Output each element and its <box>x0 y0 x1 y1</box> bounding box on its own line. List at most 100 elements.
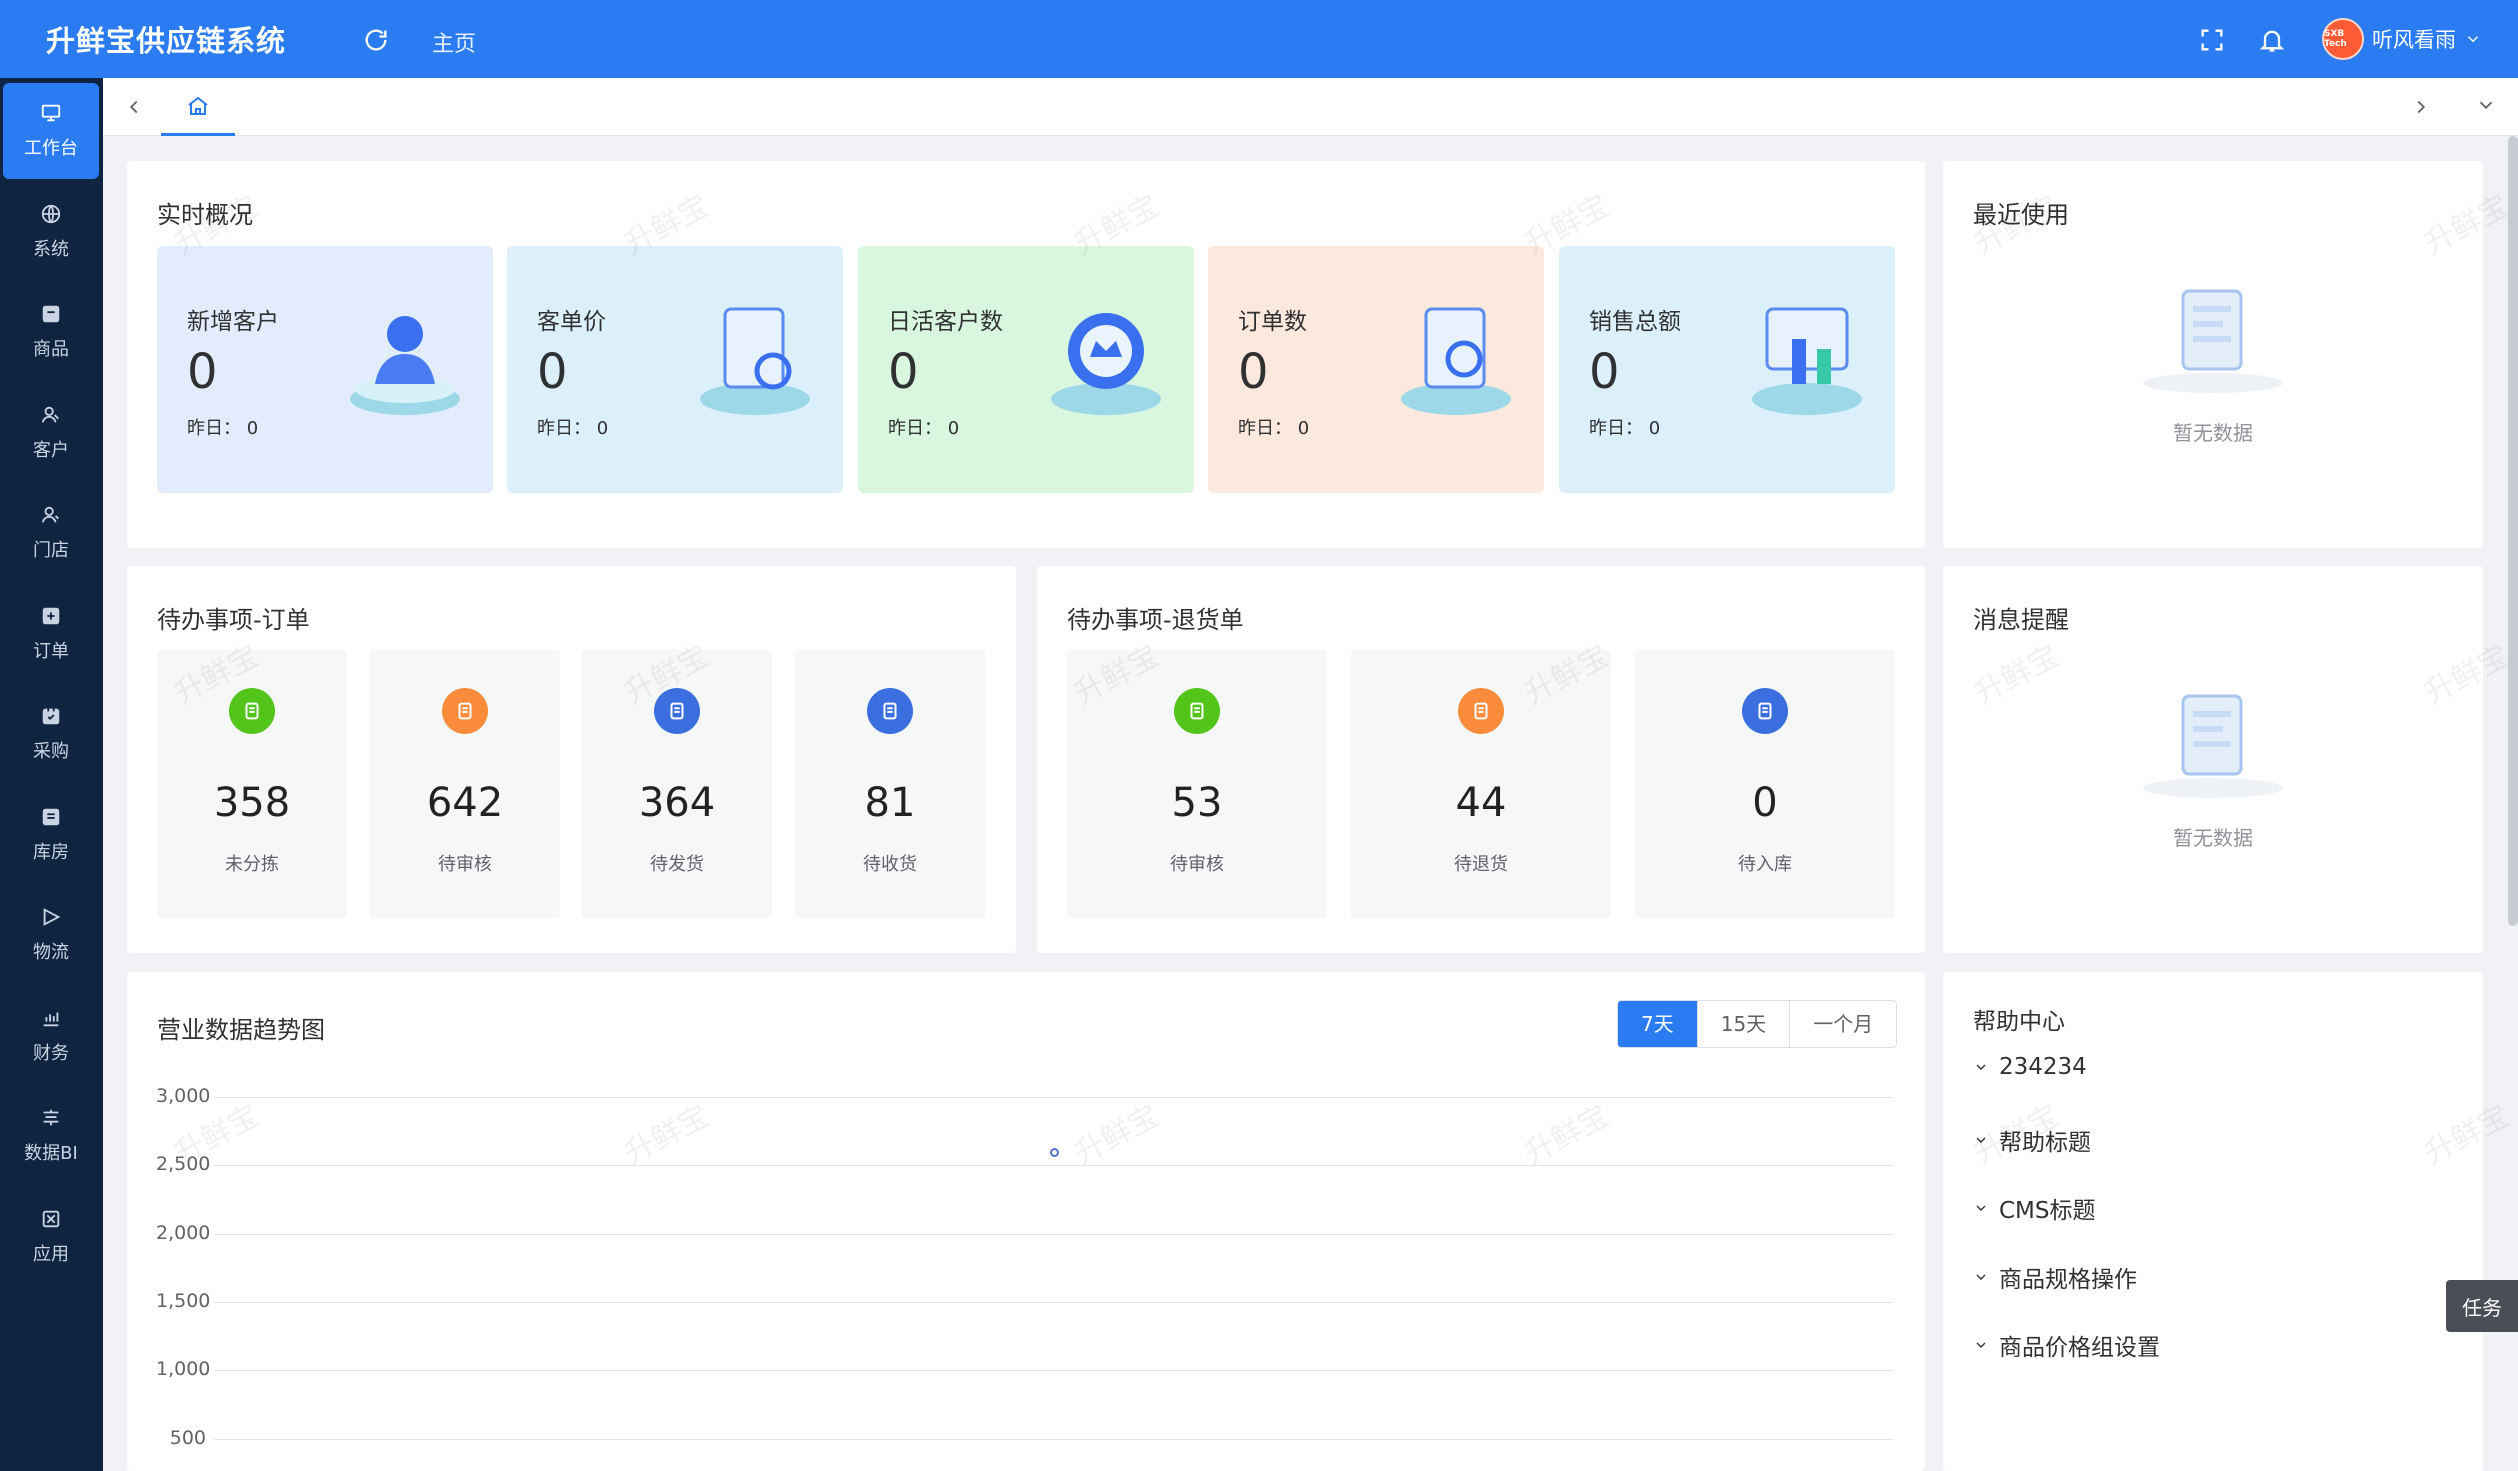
sidebar-item-5[interactable]: 订单 <box>3 586 99 682</box>
sidebar-item-1[interactable]: 系统 <box>3 184 99 280</box>
stat-yesterday: 昨日： 0 <box>888 418 960 439</box>
sidebar-item-0[interactable]: 工作台 <box>3 83 99 179</box>
chevron-down-icon <box>1976 1205 1986 1211</box>
stat-yesterday: 昨日： 0 <box>1589 418 1661 439</box>
range-15d-button[interactable]: 15天 <box>1696 1001 1789 1047</box>
chevron-down-icon <box>1976 1274 1986 1280</box>
purchase-icon <box>42 707 60 725</box>
help-item-label: CMS标题 <box>1999 1198 2096 1224</box>
todo-label: 待审核 <box>1170 854 1224 875</box>
stat-value: 0 <box>537 344 568 400</box>
grid-line <box>214 1438 1894 1440</box>
todo-label: 待入库 <box>1738 854 1792 875</box>
chevron-down-icon <box>1976 1342 1986 1348</box>
stat-yesterday: 昨日： 0 <box>187 418 259 439</box>
task-button[interactable]: 任务 <box>2446 1280 2518 1332</box>
sidebar-item-10[interactable]: 数据BI <box>3 1088 99 1184</box>
tab-home[interactable] <box>161 78 235 136</box>
recent-card: 最近使用 暂无数据 <box>1943 161 2483 548</box>
range-month-button[interactable]: 一个月 <box>1789 1001 1896 1047</box>
sidebar-item-label: 系统 <box>33 238 69 260</box>
avatar: SXB Tech <box>2322 18 2364 60</box>
messages-title: 消息提醒 <box>1973 606 2069 634</box>
data-point[interactable] <box>1050 1147 1059 1157</box>
sidebar-item-label: 工作台 <box>24 138 78 159</box>
y-tick-label: 1,000 <box>156 1358 211 1381</box>
user-menu[interactable]: SXB Tech 听风看雨 <box>2322 18 2482 60</box>
todo-count: 53 <box>1171 780 1223 826</box>
monitor-icon <box>41 104 61 122</box>
chevron-down-icon[interactable] <box>2475 94 2497 116</box>
help-item[interactable]: CMS标题 <box>1973 1191 2096 1225</box>
sidebar-item-7[interactable]: 库房 <box>3 787 99 883</box>
todo-order-item[interactable]: 642 待审核 <box>370 650 560 918</box>
todo-count: 642 <box>426 780 504 826</box>
store-icon <box>41 506 59 523</box>
home-icon <box>188 96 208 115</box>
todo-order-item[interactable]: 358 未分拣 <box>157 650 347 918</box>
home-link[interactable]: 主页 <box>432 26 476 58</box>
range-7d-button[interactable]: 7天 <box>1618 1001 1697 1047</box>
help-item[interactable]: 商品价格组设置 <box>1973 1328 2160 1362</box>
todo-order-item[interactable]: 364 待发货 <box>582 650 772 918</box>
y-tick-label: 1,500 <box>156 1289 211 1312</box>
grid-line <box>214 1165 1894 1167</box>
refresh-icon[interactable] <box>362 26 390 54</box>
todo-count: 0 <box>1752 780 1778 826</box>
chevron-right-icon[interactable] <box>2410 96 2432 118</box>
y-tick-label: 500 <box>169 1426 206 1449</box>
todo-label: 待收货 <box>863 854 917 875</box>
todo-status-icon <box>867 688 913 734</box>
fullscreen-icon[interactable] <box>2198 26 2226 54</box>
todo-status-icon <box>1174 688 1220 734</box>
chevron-down-icon <box>1976 1137 1986 1143</box>
sidebar-item-label: 财务 <box>33 1042 69 1064</box>
stat-card[interactable]: 销售总额 0 昨日： 0 <box>1559 246 1895 493</box>
range-selector: 7天 15天 一个月 <box>1617 1000 1898 1048</box>
stat-card[interactable]: 新增客户 0 昨日： 0 <box>157 246 493 493</box>
top-bar: 升鲜宝供应链系统 主页 SXB Tech 听风看雨 <box>0 0 2518 78</box>
sidebar-item-3[interactable]: 客户 <box>3 385 99 481</box>
todo-count: 44 <box>1455 780 1507 826</box>
sidebar-item-6[interactable]: 采购 <box>3 686 99 782</box>
todo-orders-title: 待办事项-订单 <box>157 606 310 634</box>
todo-label: 待退货 <box>1454 854 1508 875</box>
sidebar-item-11[interactable]: 应用 <box>3 1189 99 1285</box>
tab-strip <box>103 78 2518 136</box>
help-item[interactable]: 234234 <box>1973 1054 2087 1080</box>
warehouse-icon <box>42 808 60 825</box>
chevron-left-icon[interactable] <box>123 96 145 118</box>
bell-icon[interactable] <box>2258 26 2286 54</box>
todo-return-item[interactable]: 44 待退货 <box>1351 650 1611 918</box>
stat-card[interactable]: 日活客户数 0 昨日： 0 <box>858 246 1194 493</box>
todo-order-item[interactable]: 81 待收货 <box>795 650 985 918</box>
help-item[interactable]: 帮助标题 <box>1973 1123 2091 1157</box>
todo-returns-title: 待办事项-退货单 <box>1067 606 1244 634</box>
sidebar-item-9[interactable]: 财务 <box>3 988 99 1084</box>
stat-card[interactable]: 订单数 0 昨日： 0 <box>1208 246 1544 493</box>
messages-empty-state: 暂无数据 <box>2103 666 2323 851</box>
help-item-label: 帮助标题 <box>1999 1129 2091 1156</box>
sidebar-item-label: 物流 <box>33 942 69 963</box>
sidebar-item-2[interactable]: 商品 <box>3 284 99 380</box>
recent-empty-state: 暂无数据 <box>2103 261 2323 446</box>
sidebar-item-8[interactable]: 物流 <box>3 887 99 983</box>
users-icon <box>41 406 59 423</box>
help-item[interactable]: 商品规格操作 <box>1973 1260 2137 1294</box>
stat-label: 日活客户数 <box>888 309 1003 335</box>
todo-return-item[interactable]: 53 待审核 <box>1067 650 1327 918</box>
scrollbar[interactable] <box>2508 136 2518 926</box>
stat-value: 0 <box>187 344 218 400</box>
bi-icon <box>43 1109 59 1126</box>
todo-status-icon <box>229 688 275 734</box>
stat-card[interactable]: 客单价 0 昨日： 0 <box>507 246 843 493</box>
sidebar-item-label: 商品 <box>33 339 69 360</box>
chevron-down-icon <box>1976 1064 1986 1070</box>
y-tick-label: 2,500 <box>156 1153 211 1176</box>
stat-value: 0 <box>1589 344 1620 400</box>
stat-yesterday: 昨日： 0 <box>1238 418 1310 439</box>
stat-illustration-icon <box>700 307 810 415</box>
order-icon <box>42 607 60 624</box>
todo-return-item[interactable]: 0 待入库 <box>1635 650 1895 918</box>
sidebar-item-4[interactable]: 门店 <box>3 485 99 581</box>
